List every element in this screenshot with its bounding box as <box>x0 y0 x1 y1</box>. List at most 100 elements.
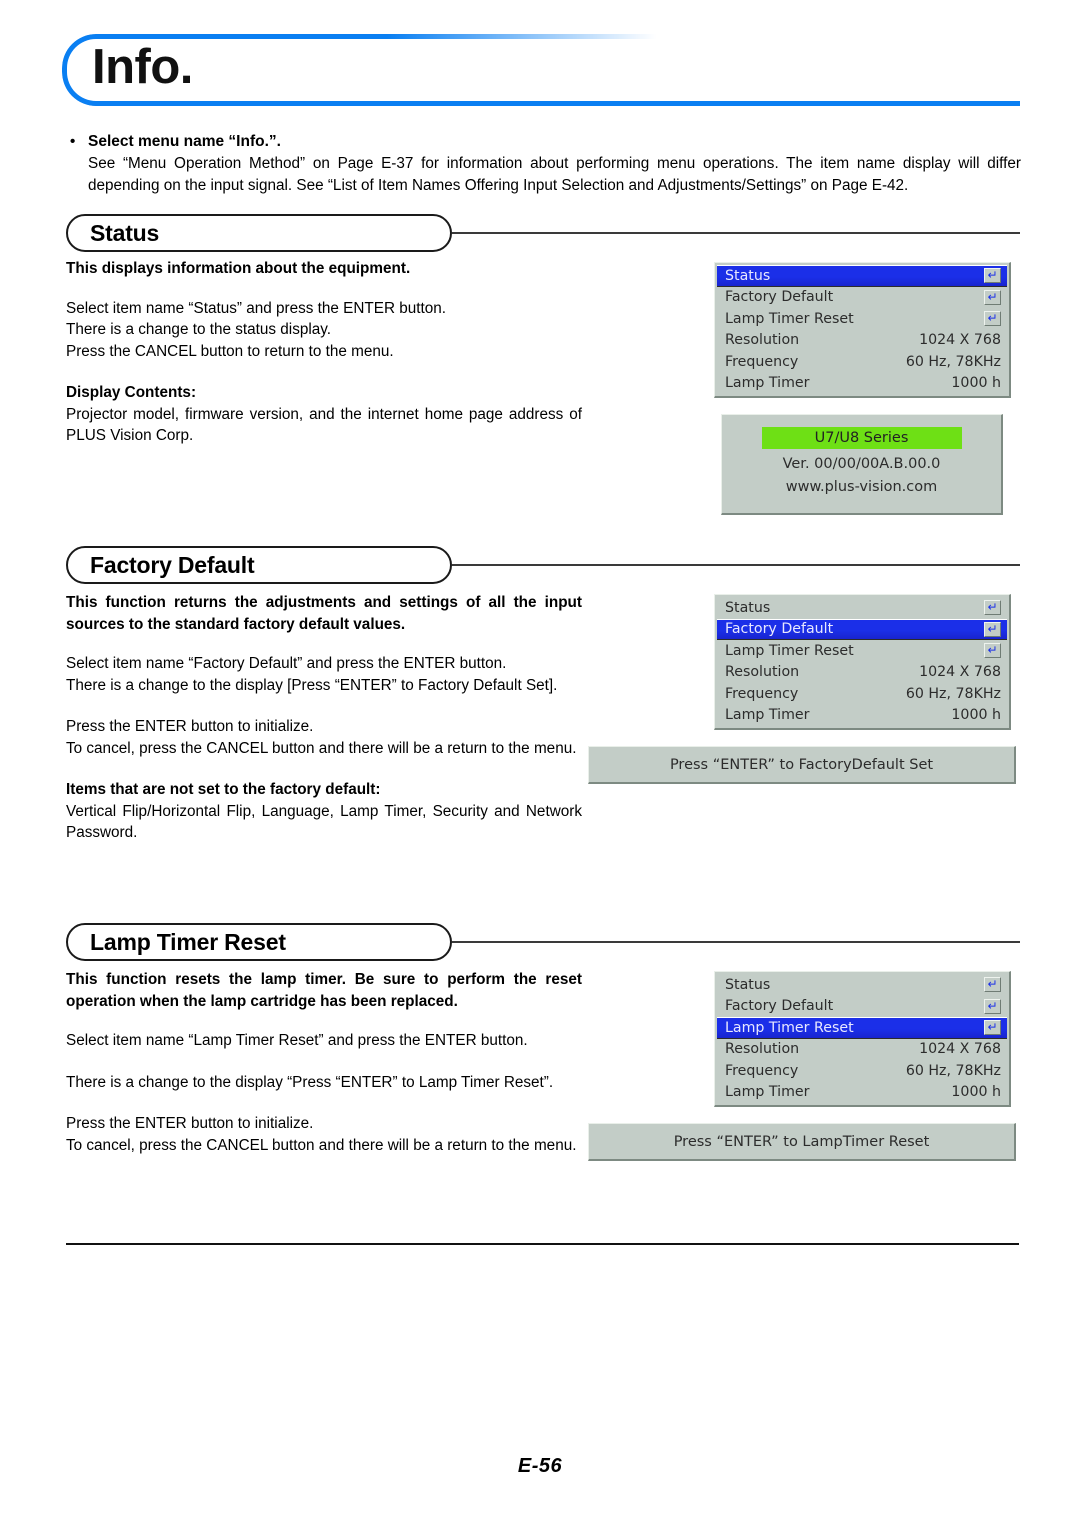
osd-row-label: Factory Default <box>725 289 834 306</box>
projector-model-label: U7/U8 Series <box>761 427 962 449</box>
status-display-contents-label: Display Contents: <box>66 384 197 401</box>
page-title-banner: Info. <box>62 34 1020 106</box>
osd-row-label: Status <box>725 976 771 993</box>
osd-row[interactable]: Resolution 1024 X 768 <box>717 330 1007 352</box>
osd-row-selected[interactable]: Factory Default ↵ <box>717 618 1007 640</box>
osd-row-value: 60 Hz, 78KHz <box>905 685 1001 702</box>
osd-row-label: Lamp Timer Reset <box>725 310 854 327</box>
enter-key-icon[interactable]: ↵ <box>984 643 1001 659</box>
osd-message-lamp-timer-reset: Press “ENTER” to LampTimer Reset <box>588 1123 1016 1161</box>
osd-menu-status[interactable]: Status ↵ Factory Default ↵ Lamp Timer Reset ↵… <box>714 262 1011 398</box>
osd-row[interactable]: Status ↵ <box>717 597 1007 619</box>
intro-bullet-label: Select menu name “Info.”. <box>88 133 281 150</box>
osd-row-label: Frequency <box>725 685 799 702</box>
footer-divider <box>66 1243 1019 1245</box>
section-title-lamp-timer-reset: Lamp Timer Reset <box>90 929 286 955</box>
factory-default-step-1: Select item name “Factory Default” and p… <box>66 655 507 672</box>
osd-row-value: 1000 h <box>951 1084 1001 1101</box>
status-lead: This displays information about the equi… <box>66 260 411 277</box>
osd-menu-factory-default[interactable]: Status ↵ Factory Default ↵ Lamp Timer Reset ↵… <box>714 594 1011 730</box>
osd-row-label: Resolution <box>725 664 800 681</box>
enter-key-icon[interactable]: ↵ <box>984 311 1001 327</box>
factory-default-lead: This function returns the adjustments an… <box>66 594 582 633</box>
osd-row-value: 1024 X 768 <box>919 664 1001 681</box>
osd-row-selected[interactable]: Lamp Timer Reset ↵ <box>717 1017 1007 1039</box>
osd-row-label: Lamp Timer <box>725 707 810 724</box>
section-title-status: Status <box>90 220 160 246</box>
osd-row-label: Status <box>725 599 771 616</box>
enter-key-icon[interactable]: ↵ <box>984 998 1001 1014</box>
factory-default-step-4: To cancel, press the CANCEL button and t… <box>66 739 577 757</box>
status-step-3: Press the CANCEL button to return to the… <box>66 342 394 360</box>
osd-row[interactable]: Lamp Timer 1000 h <box>717 1082 1007 1104</box>
osd-row-value: 60 Hz, 78KHz <box>905 353 1001 370</box>
enter-key-icon[interactable]: ↵ <box>984 621 1001 637</box>
page-number: E-56 <box>517 1455 563 1477</box>
osd-row[interactable]: Lamp Timer 1000 h <box>717 705 1007 727</box>
enter-key-icon[interactable]: ↵ <box>984 1020 1001 1036</box>
section-rule <box>452 564 1020 566</box>
osd-status-info-panel: U7/U8 Series Ver. 00/00/00A.B.00.0 www.p… <box>721 414 1003 515</box>
osd-row-value: 1000 h <box>951 375 1001 392</box>
osd-row-selected[interactable]: Status ↵ <box>717 265 1007 287</box>
intro-bullet: • Select menu name “Info.”. <box>66 131 1021 152</box>
factory-default-step-3: Press the ENTER button to initialize. <box>66 718 314 735</box>
lamp-timer-reset-step-2: There is a change to the display “Press … <box>66 1073 554 1091</box>
factory-default-exclusions-text: Vertical Flip/Horizontal Flip, Language,… <box>66 802 582 842</box>
section-rule <box>452 232 1020 234</box>
status-step-2: There is a change to the status display. <box>66 321 332 338</box>
osd-row-label: Status <box>725 267 771 284</box>
osd-row-label: Factory Default <box>725 998 834 1015</box>
osd-row-label: Lamp Timer Reset <box>725 642 854 659</box>
osd-row-value: 60 Hz, 78KHz <box>905 1062 1001 1079</box>
homepage-url-label: www.plus-vision.com <box>785 479 938 495</box>
osd-row-value: 1024 X 768 <box>919 1041 1001 1058</box>
osd-row-label: Lamp Timer Reset <box>725 1019 854 1036</box>
enter-key-icon[interactable]: ↵ <box>984 600 1001 616</box>
lamp-timer-reset-lead: This function resets the lamp timer. Be … <box>66 971 582 1010</box>
osd-row-label: Lamp Timer <box>725 375 810 392</box>
osd-row-label: Frequency <box>725 353 799 370</box>
page-title: Info. <box>92 40 193 94</box>
factory-default-step-2: There is a change to the display [Press … <box>66 676 558 694</box>
lamp-timer-reset-body: This function resets the lamp timer. Be … <box>66 969 582 1156</box>
section-header-lamp-timer-reset: Lamp Timer Reset <box>66 923 1020 961</box>
osd-row-label: Resolution <box>725 1041 800 1058</box>
osd-row-label: Factory Default <box>725 621 834 638</box>
osd-row[interactable]: Lamp Timer 1000 h <box>717 373 1007 395</box>
status-body: This displays information about the equi… <box>66 258 582 447</box>
factory-default-exclusions-label: Items that are not set to the factory de… <box>66 781 381 798</box>
enter-key-icon[interactable]: ↵ <box>984 268 1001 284</box>
osd-row[interactable]: Factory Default ↵ <box>717 287 1007 309</box>
osd-row[interactable]: Status ↵ <box>717 974 1007 996</box>
enter-key-icon[interactable]: ↵ <box>984 289 1001 305</box>
osd-row-label: Lamp Timer <box>725 1084 810 1101</box>
title-accent-bracket <box>62 34 1020 106</box>
status-step-1: Select item name “Status” and press the … <box>66 299 447 317</box>
osd-row[interactable]: Frequency 60 Hz, 78KHz <box>717 1060 1007 1082</box>
osd-menu-lamp-timer-reset[interactable]: Status ↵ Factory Default ↵ Lamp Timer Reset ↵… <box>714 971 1011 1107</box>
factory-default-body: This function returns the adjustments an… <box>66 592 582 844</box>
osd-row[interactable]: Frequency 60 Hz, 78KHz <box>717 351 1007 373</box>
section-rule <box>452 941 1020 943</box>
intro-block: • Select menu name “Info.”. See “Menu Op… <box>66 131 1021 197</box>
osd-row-label: Resolution <box>725 332 800 349</box>
osd-row[interactable]: Resolution 1024 X 768 <box>717 1039 1007 1061</box>
section-title-factory-default: Factory Default <box>90 552 255 578</box>
intro-body-text: See “Menu Operation Method” on Page E-37… <box>88 155 1021 194</box>
osd-row[interactable]: Frequency 60 Hz, 78KHz <box>717 683 1007 705</box>
section-header-status: Status <box>66 214 1020 252</box>
bullet-icon: • <box>70 133 76 150</box>
osd-row-value: 1024 X 768 <box>919 332 1001 349</box>
osd-row[interactable]: Lamp Timer Reset ↵ <box>717 640 1007 662</box>
lamp-timer-reset-step-1: Select item name “Lamp Timer Reset” and … <box>66 1032 528 1049</box>
osd-row-value: 1000 h <box>951 707 1001 724</box>
lamp-timer-reset-step-3: Press the ENTER button to initialize. <box>66 1115 314 1132</box>
lamp-timer-reset-step-4: To cancel, press the CANCEL button and t… <box>66 1136 577 1154</box>
section-header-factory-default: Factory Default <box>66 546 1020 584</box>
osd-row[interactable]: Factory Default ↵ <box>717 996 1007 1018</box>
status-display-contents-text: Projector model, firmware version, and t… <box>66 405 582 445</box>
enter-key-icon[interactable]: ↵ <box>984 977 1001 993</box>
osd-row[interactable]: Resolution 1024 X 768 <box>717 662 1007 684</box>
osd-row[interactable]: Lamp Timer Reset ↵ <box>717 308 1007 330</box>
